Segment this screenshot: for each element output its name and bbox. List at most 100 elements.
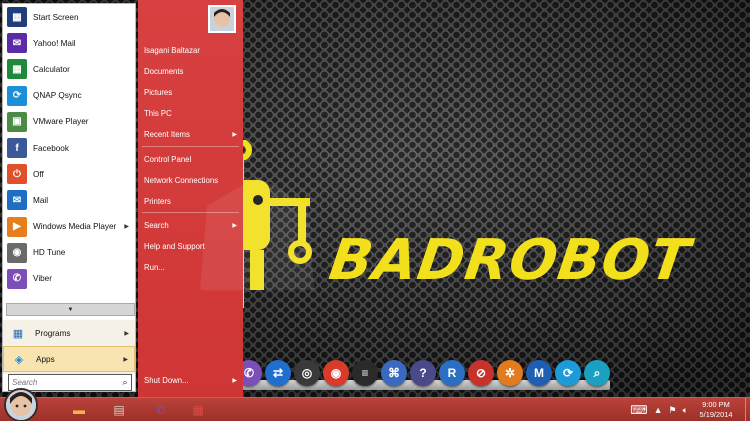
pinned-program-item[interactable]: ▦ Calculator [3, 56, 135, 82]
pinned-program-label: VMware Player [33, 117, 89, 127]
pinned-program-label: Off [33, 169, 44, 179]
start-menu-left-pane: ▦ Start Screen ✉ Yahoo! Mail ▦ Calculator ⟳ QNA… [2, 3, 136, 392]
user-name-link[interactable]: Isagani Baltazar [138, 40, 243, 60]
no-entry-icon[interactable]: ⊘ [468, 360, 494, 386]
search-input[interactable] [9, 378, 119, 387]
apps-menu-item[interactable]: ◈ Apps ▶ [3, 346, 135, 372]
recent-items-label: Recent Items [144, 129, 190, 139]
qnap-qsync-icon: ⟳ [7, 85, 27, 106]
pinned-programs-list: ▦ Start Screen ✉ Yahoo! Mail ▦ Calculator ⟳ QNA… [3, 4, 135, 292]
user-name-label: Isagani Baltazar [144, 45, 200, 55]
dock: ✆ ⇄ ◎ ◉ ≡ ⌘? R ⊘ ✲ M ⟳ ⌕ [232, 358, 610, 390]
help-and-support-label: Help and Support [144, 241, 205, 251]
pinned-program-item[interactable]: ▣ VMware Player [3, 109, 135, 135]
facebook-icon: f [7, 138, 27, 159]
pictures-label: Pictures [144, 87, 173, 97]
search-icon[interactable]: ⌕ [119, 377, 131, 388]
clock-time: 9:00 PM [702, 400, 730, 409]
chevron-right-icon: ▶ [232, 222, 237, 229]
user-avatar[interactable] [208, 5, 236, 33]
programs-icon: ▦ [12, 327, 24, 340]
shutdown-label: Shut Down... [144, 375, 189, 385]
clock[interactable]: 9:00 PM 5/19/2014 [691, 400, 741, 420]
chevron-right-icon[interactable]: ▶ [232, 377, 237, 384]
pinned-program-label: Viber [33, 274, 52, 284]
pinned-program-label: QNAP Qsync [33, 91, 82, 101]
chevron-right-icon: ▶ [232, 131, 237, 138]
pinned-program-label: Start Screen [33, 12, 79, 22]
pinned-program-item[interactable]: ✆ Viber [3, 266, 135, 292]
viber-icon: ✆ [7, 268, 27, 289]
viber-taskbar-icon[interactable]: ✆ [145, 399, 175, 421]
dock-icon-row: ✆ ⇄ ◎ ◉ ≡ ⌘? R ⊘ ✲ M ⟳ ⌕ [236, 360, 610, 386]
this-pc-label: This PC [144, 108, 172, 118]
expand-programs-bar[interactable]: ▼ [6, 303, 135, 316]
chrome-icon[interactable]: ◉ [323, 360, 349, 386]
file-explorer-icon[interactable]: ▬ [64, 399, 94, 421]
pinned-program-item[interactable]: ⟳ QNAP Qsync [3, 83, 135, 109]
start-menu-bottom-section: ▦ Programs ▶ ◈ Apps ▶ [3, 320, 135, 374]
pinned-program-item[interactable]: ✉ Mail [3, 187, 135, 213]
help-and-support-link[interactable]: Help and Support [138, 236, 243, 256]
programs-menu-item[interactable]: ▦ Programs ▶ [3, 320, 135, 346]
network-icon[interactable]: ⌘ [381, 360, 407, 386]
system-tray: ⌨ ▲ ⚑ 🔈︎ 9:00 PM 5/19/2014 [627, 398, 750, 421]
volume-icon[interactable]: 🔈︎ [683, 405, 688, 416]
shutdown-button[interactable]: Shut Down... ▶ [138, 371, 243, 389]
pinwheel-icon[interactable]: ✲ [497, 360, 523, 386]
media-player-icon: ▶ [7, 216, 27, 237]
start-menu-right-pane: ☗ Isagani Baltazar Documents Pictures Th… [138, 0, 324, 397]
chevron-right-icon: ▶ [124, 330, 129, 337]
control-panel-link[interactable]: Control Panel [138, 149, 243, 169]
pictures-link[interactable]: Pictures [138, 82, 243, 102]
keyboard-icon[interactable]: ⌨ [630, 403, 647, 417]
sync-icon[interactable]: ⟳ [555, 360, 581, 386]
pinned-program-item[interactable]: ⏻ Off [3, 161, 135, 187]
recent-items-link[interactable]: Recent Items ▶ [138, 124, 243, 144]
clock-date: 5/19/2014 [699, 410, 733, 419]
yahoo-mail-icon: ✉ [7, 33, 27, 54]
pinned-program-label: Mail [33, 195, 49, 205]
pinned-program-item[interactable]: ▶ Windows Media Player ▶ [3, 214, 135, 240]
pinned-program-label: Calculator [33, 64, 70, 74]
chevron-up-icon[interactable]: ▲ [654, 405, 663, 415]
rainmeter-icon[interactable]: R [439, 360, 465, 386]
pinned-program-item[interactable]: ✉ Yahoo! Mail [3, 30, 135, 56]
network-connections-label: Network Connections [144, 175, 219, 185]
pinned-program-item[interactable]: ▦ Start Screen [3, 4, 135, 30]
chevron-right-icon: ▶ [124, 224, 129, 231]
pinned-program-item[interactable]: ◉ HD Tune [3, 240, 135, 266]
printers-link[interactable]: Printers [138, 191, 243, 211]
taskbar: ▬ ▤ ✆ ▦ ⌨ ▲ ⚑ 🔈︎ 9:00 PM 5/19/2014 [0, 388, 750, 421]
start-button-avatar [6, 390, 36, 420]
pinned-program-label: Yahoo! Mail [33, 38, 76, 48]
teamviewer-icon[interactable]: ⇄ [265, 360, 291, 386]
help-icon[interactable]: ? [410, 360, 436, 386]
programs-label: Programs [35, 328, 71, 338]
show-desktop-button[interactable] [745, 398, 750, 421]
start-button[interactable] [4, 388, 38, 421]
run-link[interactable]: Run... [138, 257, 243, 277]
control-panel-label: Control Panel [144, 154, 192, 164]
start-screen-taskbar-icon[interactable]: ▦ [183, 399, 213, 421]
magnifier-icon[interactable]: ⌕ [584, 360, 610, 386]
tablet-app-icon[interactable]: ▤ [104, 399, 134, 421]
menu-divider [142, 212, 239, 213]
vmware-icon: ▣ [7, 111, 27, 132]
user-avatar-image [210, 7, 234, 31]
mixer-icon[interactable]: ≡ [352, 360, 378, 386]
apps-icon: ◈ [14, 353, 24, 366]
steam-icon[interactable]: ◎ [294, 360, 320, 386]
pinned-program-label: Facebook [33, 143, 69, 153]
search-link[interactable]: Search ▶ [138, 215, 243, 235]
network-connections-link[interactable]: Network Connections [138, 170, 243, 190]
flag-icon[interactable]: ⚑ [669, 405, 677, 416]
pinned-program-label: HD Tune [33, 248, 66, 258]
printers-label: Printers [144, 196, 171, 206]
documents-link[interactable]: Documents [138, 61, 243, 81]
malwarebytes-icon[interactable]: M [526, 360, 552, 386]
start-screen-icon: ▦ [7, 7, 27, 28]
this-pc-link[interactable]: This PC [138, 103, 243, 123]
pinned-program-item[interactable]: f Facebook [3, 135, 135, 161]
search-label: Search [144, 220, 169, 230]
